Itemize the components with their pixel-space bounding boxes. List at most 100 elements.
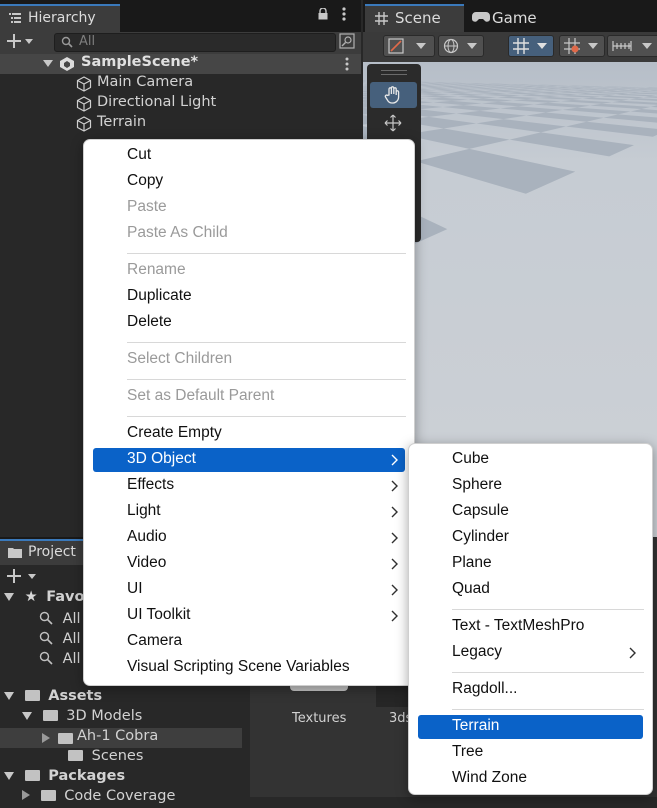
floor-tile	[416, 149, 576, 194]
menu-item-video[interactable]: Video	[93, 552, 405, 576]
menu-item-duplicate[interactable]: Duplicate	[93, 285, 405, 309]
floor-tile	[637, 88, 657, 89]
menu-item-wind-zone[interactable]: Wind Zone	[418, 767, 643, 791]
tree-3d-models[interactable]: 3D Models	[22, 708, 142, 728]
hierarchy-item[interactable]: Directional Light	[0, 94, 361, 114]
scene-root-row[interactable]: SampleScene*	[0, 54, 361, 74]
scene-name: SampleScene*	[81, 54, 198, 70]
floor-tile	[442, 87, 464, 88]
project-add-button[interactable]	[7, 568, 39, 588]
favorites-search-item[interactable]: All	[39, 609, 81, 629]
tab-project[interactable]: Project	[0, 539, 90, 565]
favorites-search-item[interactable]: All	[39, 629, 81, 649]
favorite-item-label: All	[63, 611, 81, 627]
hand-tool-button[interactable]	[370, 82, 417, 108]
floor-tile	[606, 91, 639, 93]
models-label: 3D Models	[66, 708, 142, 724]
tree-assets[interactable]: Assets	[4, 688, 102, 708]
tree-scenes[interactable]: Scenes	[68, 748, 143, 768]
floor-tile	[526, 85, 547, 86]
menu-item-plane[interactable]: Plane	[418, 552, 643, 576]
add-object-button[interactable]	[7, 33, 33, 51]
floor-tile	[629, 98, 657, 101]
menu-item-audio[interactable]: Audio	[93, 526, 405, 550]
floor-tile	[534, 103, 590, 108]
tree-ah1-cobra[interactable]: Ah-1 Cobra	[0, 728, 242, 748]
hierarchy-search-input[interactable]: All	[54, 33, 336, 52]
floor-tile	[433, 101, 482, 105]
scene-search-icon[interactable]	[339, 33, 355, 49]
menu-item-cylinder[interactable]: Cylinder	[418, 526, 643, 550]
floor-tile	[538, 85, 558, 86]
floor-tile	[628, 89, 657, 90]
hierarchy-item[interactable]: Terrain	[0, 114, 361, 134]
menu-item-label: Sphere	[452, 476, 502, 494]
floor-tile	[646, 88, 657, 89]
tree-packages[interactable]: Packages	[4, 768, 125, 788]
scene-toolbar	[363, 32, 657, 63]
menu-item-ui[interactable]: UI	[93, 578, 405, 602]
overlay-drag-handle[interactable]	[381, 70, 407, 75]
submenu-arrow-icon	[389, 558, 399, 570]
floor-tile	[513, 99, 561, 103]
menu-item-ragdoll[interactable]: Ragdoll...	[418, 678, 643, 702]
floor-tile	[493, 86, 514, 87]
menu-item-tree[interactable]: Tree	[418, 741, 643, 765]
hierarchy-tab[interactable]: Hierarchy	[0, 4, 120, 32]
menu-item-ui-toolkit[interactable]: UI Toolkit	[93, 604, 405, 628]
menu-item-label: Rename	[127, 261, 186, 279]
floor-tile	[418, 86, 438, 87]
menu-item-terrain[interactable]: Terrain	[418, 715, 643, 739]
favorites-search-item[interactable]: All	[39, 649, 81, 669]
search-icon	[39, 651, 53, 665]
menu-item-light[interactable]: Light	[93, 500, 405, 524]
menu-item-visual-scripting-scene-variables[interactable]: Visual Scripting Scene Variables	[93, 656, 405, 680]
menu-item-text-textmeshpro[interactable]: Text - TextMeshPro	[418, 615, 643, 639]
floor-tile	[507, 93, 542, 95]
increment-snap-dropdown[interactable]	[559, 35, 605, 57]
tree-favorites[interactable]: ★ Favor	[4, 589, 92, 609]
floor-tile	[452, 88, 477, 89]
submenu-arrow-icon	[389, 480, 399, 492]
floor-tile	[558, 86, 581, 87]
menu-item-create-empty[interactable]: Create Empty	[93, 422, 405, 446]
draw-mode-dropdown[interactable]	[383, 35, 435, 57]
tab-scene[interactable]: Scene	[365, 4, 464, 32]
menu-item-delete[interactable]: Delete	[93, 311, 405, 335]
draw-mode-icon	[388, 38, 404, 54]
menu-item-label: Quad	[452, 580, 490, 598]
grid-snap-toggle[interactable]	[508, 35, 554, 57]
tree-code-coverage[interactable]: Code Coverage	[22, 788, 175, 808]
menu-item-legacy[interactable]: Legacy	[418, 641, 643, 665]
menu-item-3d-object[interactable]: 3D Object	[93, 448, 405, 472]
menu-item-camera[interactable]: Camera	[93, 630, 405, 654]
ruler-dropdown[interactable]	[607, 35, 657, 57]
hierarchy-item[interactable]: Main Camera	[0, 74, 361, 94]
globe-icon	[443, 38, 459, 54]
menu-item-copy[interactable]: Copy	[93, 170, 405, 194]
menu-item-cube[interactable]: Cube	[418, 448, 643, 472]
floor-tile	[479, 86, 501, 87]
expand-arrow-icon[interactable]	[43, 60, 53, 68]
menu-separator	[127, 379, 406, 380]
floor-tile	[588, 90, 618, 91]
more-options-icon[interactable]	[341, 7, 347, 23]
menu-item-sphere[interactable]: Sphere	[418, 474, 643, 498]
menu-item-label: Visual Scripting Scene Variables	[127, 658, 350, 676]
move-tool-button[interactable]	[370, 110, 417, 136]
scene-more-icon[interactable]	[344, 57, 350, 73]
floor-tile	[486, 87, 509, 88]
lock-icon[interactable]	[318, 8, 328, 20]
favorite-item-label: All	[63, 651, 81, 667]
tab-game[interactable]: Game	[469, 4, 559, 32]
floor-tile	[465, 91, 495, 93]
floor-tile	[503, 89, 530, 90]
floor-tile	[547, 85, 568, 86]
menu-item-capsule[interactable]: Capsule	[418, 500, 643, 524]
render-mode-dropdown[interactable]	[438, 35, 484, 57]
packages-label: Packages	[48, 768, 125, 784]
menu-item-quad[interactable]: Quad	[418, 578, 643, 602]
menu-item-cut[interactable]: Cut	[93, 144, 405, 168]
floor-tile	[558, 88, 584, 89]
menu-item-effects[interactable]: Effects	[93, 474, 405, 498]
